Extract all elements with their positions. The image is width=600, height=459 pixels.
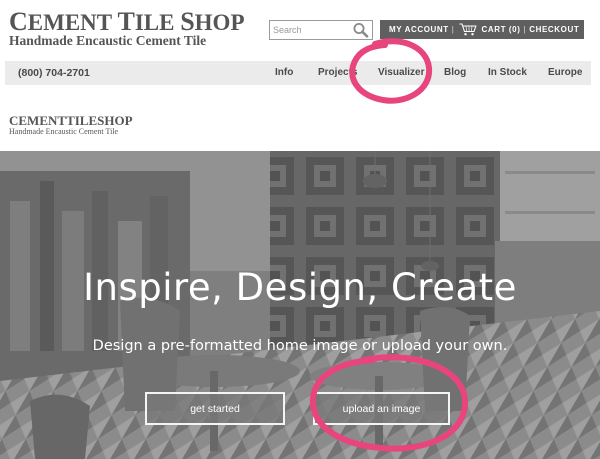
upload-image-button[interactable]: upload an image: [313, 392, 450, 425]
search-icon[interactable]: [352, 22, 369, 38]
search-input[interactable]: [270, 21, 350, 39]
logo-wordmark: CEMENTTILESHOP: [9, 113, 133, 128]
nav-item-visualizer[interactable]: Visualizer: [378, 67, 425, 78]
visualizer-logo[interactable]: CEMENTTILESHOP Handmade Encaustic Cement…: [9, 113, 133, 136]
nav-item-projects[interactable]: Projects: [318, 67, 357, 78]
site-logo[interactable]: CEMENT TILE SHOP Handmade Encaustic Ceme…: [9, 7, 245, 48]
account-bar: MY ACCOUNT | CART (0) | CHECKOUT: [380, 20, 584, 39]
hero-banner: Inspire, Design, Create Design a pre-for…: [0, 151, 600, 459]
hero-title: Inspire, Design, Create: [83, 266, 517, 309]
nav-item-in-stock[interactable]: In Stock: [488, 67, 527, 78]
cart-icon[interactable]: [459, 23, 478, 36]
logo-tagline: Handmade Encaustic Cement Tile: [9, 33, 207, 48]
search-box[interactable]: [269, 20, 373, 40]
nav-item-blog[interactable]: Blog: [444, 67, 466, 78]
get-started-button[interactable]: get started: [145, 392, 285, 425]
separator: |: [523, 25, 527, 34]
my-account-link[interactable]: MY ACCOUNT: [389, 25, 449, 34]
hero-subtitle: Design a pre-formatted home image or upl…: [92, 338, 508, 354]
nav-item-info[interactable]: Info: [275, 67, 293, 78]
main-nav: (800) 704-2701 Info Projects Visualizer …: [5, 61, 591, 85]
checkout-link[interactable]: CHECKOUT: [529, 25, 579, 34]
phone-number[interactable]: (800) 704-2701: [18, 67, 90, 79]
separator: |: [451, 25, 455, 34]
logo-wordmark: CEMENT TILE SHOP: [9, 7, 245, 36]
cart-link[interactable]: CART (0): [481, 25, 520, 34]
logo-tagline: Handmade Encaustic Cement Tile: [9, 127, 119, 136]
nav-item-europe[interactable]: Europe: [548, 67, 582, 78]
